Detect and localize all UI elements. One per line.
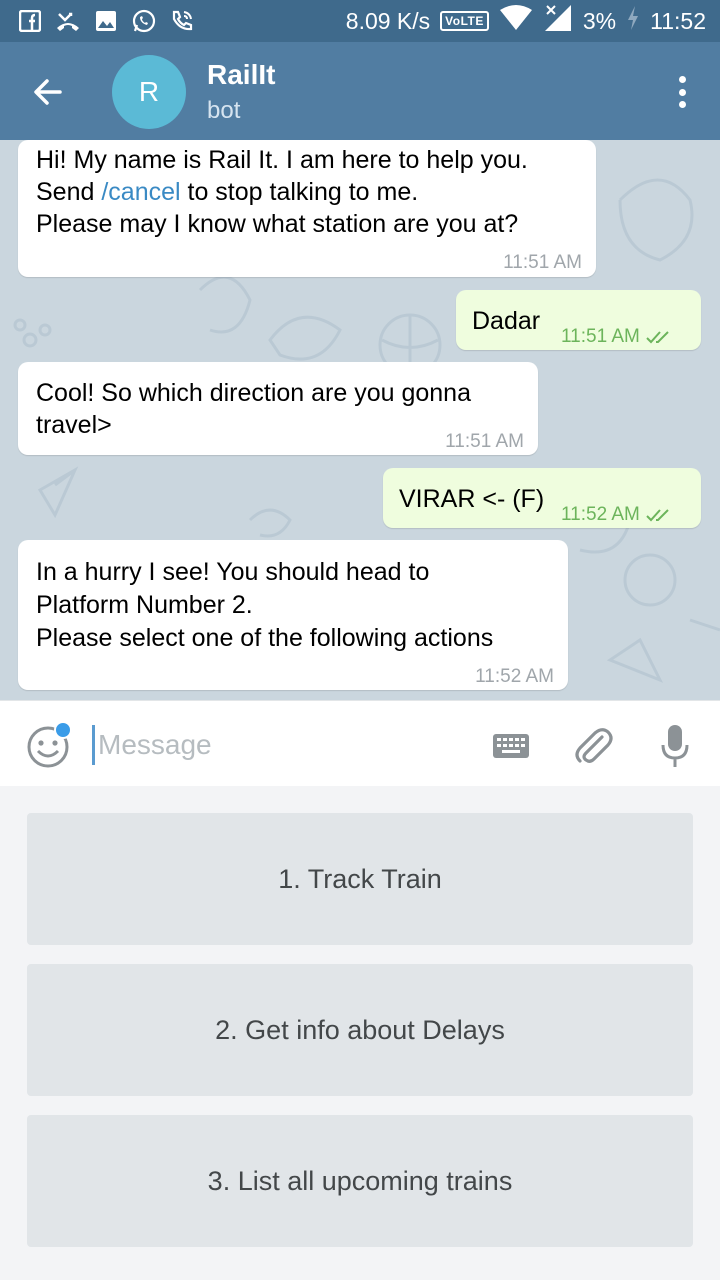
double-check-icon: [646, 331, 669, 344]
message-text: travel>: [36, 411, 112, 439]
wifi-icon: [499, 5, 533, 37]
message-text: VIRAR <- (F): [399, 485, 545, 513]
chat-subtitle: bot: [207, 97, 241, 124]
message-text: Please select one of the following actio…: [36, 624, 494, 652]
signal-icon: [543, 4, 573, 38]
delay-info-button[interactable]: 2. Get info about Delays: [27, 964, 693, 1096]
charging-icon: [626, 5, 640, 37]
whatsapp-icon: [132, 9, 156, 33]
back-arrow-icon[interactable]: [30, 74, 66, 110]
message-time: 11:51 AM: [503, 252, 582, 273]
upcoming-trains-button[interactable]: 3. List all upcoming trains: [27, 1115, 693, 1247]
message-bubble-incoming[interactable]: Cool! So which direction are you gonna t…: [18, 362, 538, 455]
message-time: 11:52 AM: [475, 666, 554, 687]
facebook-icon: [18, 9, 42, 33]
status-bar: 8.09 K/s VoLTE 3% 11:52: [0, 0, 720, 42]
more-options-icon[interactable]: [674, 72, 690, 112]
attach-icon[interactable]: [572, 725, 614, 767]
avatar[interactable]: R: [112, 55, 186, 129]
call-icon: [170, 9, 194, 33]
message-text: Send /cancel to stop talking to me.: [36, 178, 419, 206]
message-text: Please may I know what station are you a…: [36, 210, 519, 238]
message-text: Cool! So which direction are you gonna: [36, 379, 471, 407]
message-bubble-incoming[interactable]: In a hurry I see! You should head to Pla…: [18, 540, 568, 690]
notification-dot: [54, 721, 72, 739]
message-text: Platform Number 2.: [36, 591, 253, 619]
net-speed: 8.09 K/s: [345, 7, 431, 34]
chat-header: R RailIt bot: [0, 42, 720, 140]
message-bubble-outgoing[interactable]: VIRAR <- (F) 11:52 AM: [383, 468, 701, 528]
battery-level: 3%: [582, 7, 617, 34]
message-bubble-outgoing[interactable]: Dadar 11:51 AM: [456, 290, 701, 350]
message-text: In a hurry I see! You should head to: [36, 558, 430, 586]
microphone-icon[interactable]: [660, 723, 690, 769]
cancel-command-link[interactable]: /cancel: [101, 178, 180, 206]
message-time: 11:52 AM: [561, 498, 672, 531]
message-time: 11:51 AM: [445, 431, 524, 452]
message-input[interactable]: [98, 725, 468, 765]
gallery-icon: [94, 9, 118, 33]
clock: 11:52: [650, 7, 706, 34]
double-check-icon: [646, 509, 669, 522]
message-bubble-incoming[interactable]: Hi! My name is Rail It. I am here to hel…: [18, 140, 596, 277]
message-composer: [0, 700, 720, 786]
bot-reply-keyboard: 1. Track Train 2. Get info about Delays …: [0, 786, 720, 1280]
message-text: Dadar: [472, 307, 541, 335]
message-list[interactable]: Hi! My name is Rail It. I am here to hel…: [0, 140, 720, 700]
message-text: Hi! My name is Rail It. I am here to hel…: [36, 146, 528, 174]
text-cursor: [92, 725, 95, 765]
track-train-button[interactable]: 1. Track Train: [27, 813, 693, 945]
chat-title[interactable]: RailIt: [207, 59, 275, 91]
volte-badge: VoLTE: [440, 11, 489, 31]
bot-keyboard-icon[interactable]: [492, 733, 530, 759]
message-time: 11:51 AM: [561, 320, 672, 353]
missed-call-icon: [56, 9, 80, 33]
